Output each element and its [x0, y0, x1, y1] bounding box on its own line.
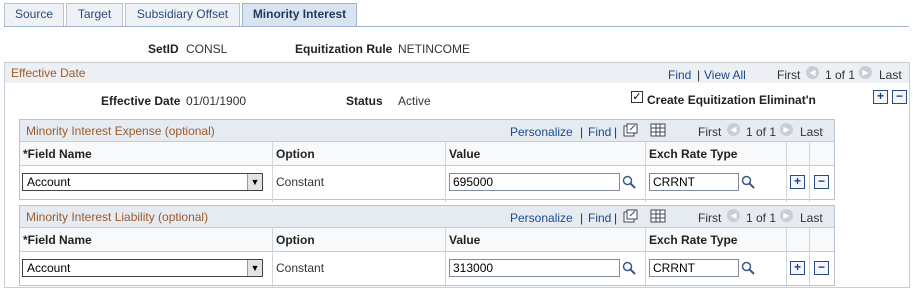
add-row-button[interactable]: +	[873, 90, 888, 104]
rule-value: NETINCOME	[398, 42, 470, 56]
tab-divider	[4, 26, 909, 27]
tab-label: Target	[77, 7, 112, 21]
status-value: Active	[398, 94, 431, 108]
col-field-name: *Field Name	[23, 233, 92, 247]
view-all-icon[interactable]	[623, 123, 638, 137]
separator: |	[614, 211, 618, 225]
tab-label: Source	[14, 7, 54, 21]
exch-rate-input[interactable]: CRRNT	[649, 259, 739, 277]
last-label: Last	[879, 68, 902, 82]
previous-icon[interactable]: ◀	[806, 66, 819, 79]
effective-date-label: Effective Date	[101, 94, 181, 108]
setid-value: CONSL	[186, 42, 228, 56]
remove-row-button[interactable]: −	[814, 175, 829, 189]
personalize-link[interactable]: Personalize	[510, 125, 573, 139]
effective-date-header	[5, 63, 909, 83]
lookup-icon[interactable]	[622, 175, 636, 189]
col-exch-rate-type: Exch Rate Type	[649, 233, 738, 247]
last-label: Last	[800, 125, 823, 139]
lookup-icon[interactable]	[622, 261, 636, 275]
field-name-value: Account	[27, 261, 71, 275]
page-info: 1 of 1	[746, 211, 777, 225]
tab-label: Minority Interest	[252, 7, 347, 21]
find-link[interactable]: Find	[588, 125, 611, 139]
minority-liability-grid: Minority Interest Liability (optional) P…	[19, 205, 835, 288]
col-field-name: *Field Name	[23, 147, 92, 161]
view-all-link[interactable]: View All	[704, 68, 746, 82]
effective-date-value: 01/01/1900	[186, 94, 247, 108]
next-icon[interactable]: ▶	[780, 209, 793, 222]
create-elimination-checkbox[interactable]: ✓	[631, 91, 643, 103]
setid-label: SetID	[148, 42, 179, 56]
option-value: Constant	[276, 261, 325, 275]
rule-label: Equitization Rule	[295, 42, 393, 56]
status-label: Status	[346, 94, 383, 108]
personalize-link[interactable]: Personalize	[510, 211, 573, 225]
first-label: First	[698, 125, 722, 139]
first-label: First	[698, 211, 722, 225]
field-name-select[interactable]: Account ▼	[22, 259, 263, 277]
option-value: Constant	[276, 175, 325, 189]
value-input[interactable]: 313000	[449, 259, 620, 277]
tab-label: Subsidiary Offset	[136, 7, 229, 21]
col-value: Value	[449, 233, 481, 247]
previous-icon[interactable]: ◀	[727, 209, 740, 222]
add-row-button[interactable]: +	[790, 261, 805, 275]
page-info: 1 of 1	[746, 125, 777, 139]
remove-row-button[interactable]: −	[892, 90, 907, 104]
add-row-button[interactable]: +	[790, 175, 805, 189]
next-icon[interactable]: ▶	[780, 123, 793, 136]
col-exch-rate-type: Exch Rate Type	[649, 147, 738, 161]
dropdown-icon[interactable]: ▼	[247, 174, 262, 190]
col-option: Option	[276, 233, 315, 247]
create-elimination-label: Create Equitization Eliminat'n	[647, 93, 816, 107]
lookup-icon[interactable]	[741, 261, 755, 275]
previous-icon[interactable]: ◀	[727, 123, 740, 136]
dropdown-icon[interactable]: ▼	[247, 260, 262, 276]
separator: |	[580, 211, 584, 225]
field-name-value: Account	[27, 175, 71, 189]
last-label: Last	[800, 211, 823, 225]
separator: |	[697, 68, 701, 82]
next-icon[interactable]: ▶	[859, 66, 872, 79]
minority-expense-grid: Minority Interest Expense (optional) Per…	[19, 119, 835, 202]
page-info: 1 of 1	[825, 68, 856, 82]
grid-title: Minority Interest Expense (optional)	[26, 124, 215, 138]
grid-title: Minority Interest Liability (optional)	[26, 210, 209, 224]
tab-minority-interest[interactable]: Minority Interest	[242, 3, 357, 27]
separator: |	[614, 125, 618, 139]
separator: |	[580, 125, 584, 139]
tab-source[interactable]: Source	[4, 3, 64, 26]
col-option: Option	[276, 147, 315, 161]
lookup-icon[interactable]	[741, 175, 755, 189]
download-icon[interactable]	[650, 209, 666, 223]
value-input[interactable]: 695000	[449, 173, 620, 191]
find-link[interactable]: Find	[668, 68, 691, 82]
first-label: First	[777, 68, 801, 82]
remove-row-button[interactable]: −	[814, 261, 829, 275]
exch-rate-input[interactable]: CRRNT	[649, 173, 739, 191]
effective-date-title: Effective Date	[11, 66, 86, 80]
download-icon[interactable]	[650, 123, 666, 137]
tab-target[interactable]: Target	[66, 3, 123, 26]
view-all-icon[interactable]	[623, 209, 638, 223]
col-value: Value	[449, 147, 481, 161]
find-link[interactable]: Find	[588, 211, 611, 225]
field-name-select[interactable]: Account ▼	[22, 173, 263, 191]
tab-subsidiary-offset[interactable]: Subsidiary Offset	[125, 3, 240, 26]
